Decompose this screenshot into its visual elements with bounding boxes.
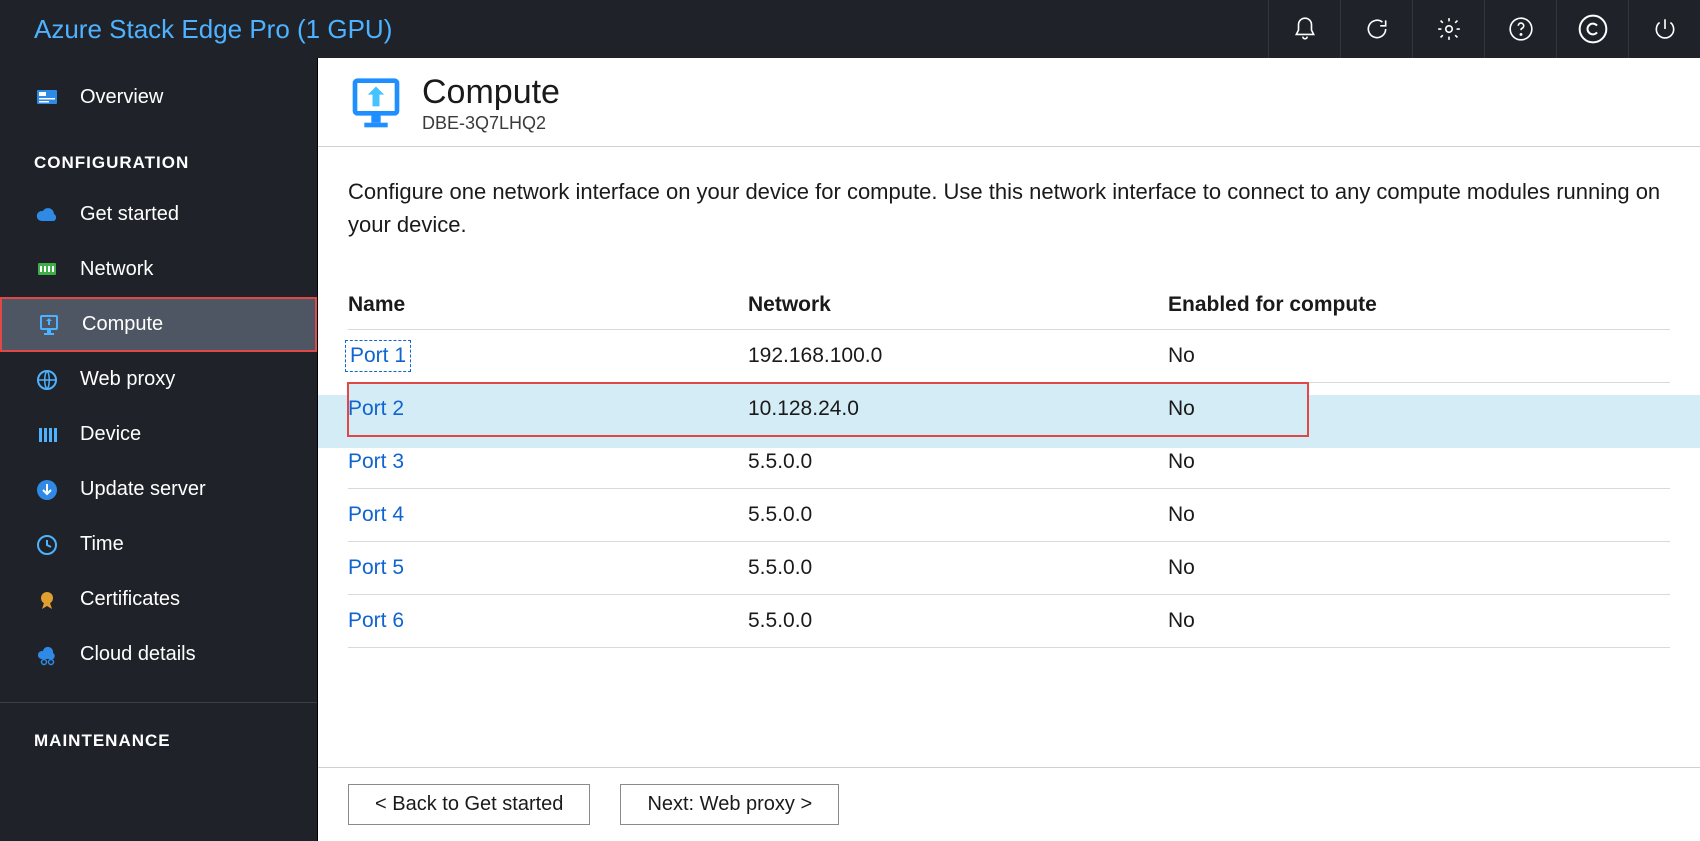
port-enabled: No [1168, 503, 1670, 527]
sidebar-item-label: Overview [80, 86, 163, 109]
power-icon[interactable] [1628, 0, 1700, 58]
sidebar-item-device[interactable]: Device [0, 407, 317, 462]
table-row[interactable]: Port 6 5.5.0.0 No [348, 595, 1670, 648]
product-title: Azure Stack Edge Pro (1 GPU) [0, 14, 1268, 45]
top-bar: Azure Stack Edge Pro (1 GPU) [0, 0, 1700, 58]
ports-table: Name Network Enabled for compute Port 1 … [348, 283, 1670, 648]
port-network: 192.168.100.0 [748, 344, 1168, 368]
update-icon [34, 477, 60, 503]
overview-icon [34, 85, 60, 111]
gear-icon[interactable] [1412, 0, 1484, 58]
sidebar-item-time[interactable]: Time [0, 517, 317, 572]
topbar-icon-group [1268, 0, 1700, 58]
cloud-details-icon [34, 642, 60, 668]
sidebar-item-compute[interactable]: Compute [0, 297, 317, 352]
device-id: DBE-3Q7LHQ2 [422, 111, 560, 134]
clock-icon [34, 532, 60, 558]
sidebar-item-label: Get started [80, 203, 179, 226]
sidebar-item-label: Certificates [80, 588, 180, 611]
port-network: 5.5.0.0 [748, 450, 1168, 474]
cloud-icon [34, 202, 60, 228]
sidebar-item-web-proxy[interactable]: Web proxy [0, 352, 317, 407]
footer-bar: < Back to Get started Next: Web proxy > [318, 767, 1700, 841]
back-button[interactable]: < Back to Get started [348, 784, 590, 825]
copyright-icon[interactable] [1556, 0, 1628, 58]
col-header-enabled: Enabled for compute [1168, 293, 1670, 317]
next-button[interactable]: Next: Web proxy > [620, 784, 839, 825]
sidebar-item-certificates[interactable]: Certificates [0, 572, 317, 627]
table-row[interactable]: Port 5 5.5.0.0 No [348, 542, 1670, 595]
port-link[interactable]: Port 1 [348, 343, 408, 369]
port-enabled: No [1168, 397, 1308, 421]
sidebar-item-cloud-details[interactable]: Cloud details [0, 627, 317, 682]
port-link[interactable]: Port 6 [348, 609, 748, 633]
sidebar-item-label: Compute [82, 313, 163, 336]
network-icon [34, 257, 60, 283]
port-enabled: No [1168, 450, 1670, 474]
port-enabled: No [1168, 609, 1670, 633]
sidebar-item-label: Cloud details [80, 643, 196, 666]
help-icon[interactable] [1484, 0, 1556, 58]
sidebar-section-configuration: CONFIGURATION [0, 125, 317, 187]
sidebar-item-label: Update server [80, 478, 206, 501]
table-row[interactable]: Port 2 10.128.24.0 No [348, 383, 1308, 436]
table-row[interactable]: Port 3 5.5.0.0 No [348, 436, 1670, 489]
bell-icon[interactable] [1268, 0, 1340, 58]
table-row[interactable]: Port 4 5.5.0.0 No [348, 489, 1670, 542]
table-header-row: Name Network Enabled for compute [348, 283, 1670, 330]
device-icon [34, 422, 60, 448]
sidebar: Overview CONFIGURATION Get started Netwo… [0, 58, 318, 841]
page-description: Configure one network interface on your … [318, 147, 1700, 251]
port-network: 5.5.0.0 [748, 503, 1168, 527]
sidebar-item-label: Web proxy [80, 368, 175, 391]
port-enabled: No [1168, 344, 1670, 368]
sidebar-item-label: Network [80, 258, 153, 281]
table-row[interactable]: Port 1 192.168.100.0 No [348, 330, 1670, 383]
sidebar-item-network[interactable]: Network [0, 242, 317, 297]
certificate-icon [34, 587, 60, 613]
port-link[interactable]: Port 2 [348, 397, 748, 421]
port-network: 5.5.0.0 [748, 609, 1168, 633]
page-header: Compute DBE-3Q7LHQ2 [318, 58, 1700, 147]
port-link[interactable]: Port 4 [348, 503, 748, 527]
sidebar-item-label: Time [80, 533, 124, 556]
port-link[interactable]: Port 3 [348, 450, 748, 474]
sidebar-item-get-started[interactable]: Get started [0, 187, 317, 242]
col-header-network: Network [748, 293, 1168, 317]
refresh-icon[interactable] [1340, 0, 1412, 58]
sidebar-item-label: Device [80, 423, 141, 446]
sidebar-item-overview[interactable]: Overview [0, 70, 317, 125]
sidebar-item-update-server[interactable]: Update server [0, 462, 317, 517]
port-enabled: No [1168, 556, 1670, 580]
compute-hero-icon [348, 76, 404, 132]
port-link[interactable]: Port 5 [348, 556, 748, 580]
port-network: 5.5.0.0 [748, 556, 1168, 580]
port-network: 10.128.24.0 [748, 397, 1168, 421]
sidebar-section-maintenance: MAINTENANCE [0, 702, 317, 765]
globe-icon [34, 367, 60, 393]
main-content: Compute DBE-3Q7LHQ2 Configure one networ… [318, 58, 1700, 841]
compute-icon [36, 312, 62, 338]
page-title: Compute [422, 74, 560, 111]
col-header-name: Name [348, 293, 748, 317]
